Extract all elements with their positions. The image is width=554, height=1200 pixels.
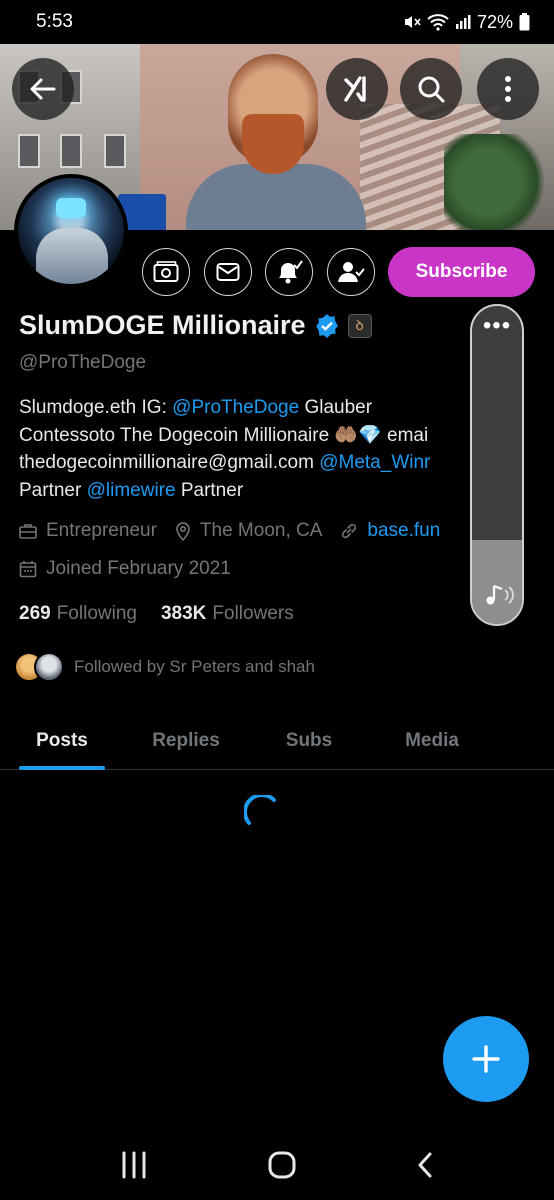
followers-link[interactable]: 383K Followers	[161, 603, 294, 625]
calendar-icon	[19, 561, 37, 578]
tab-label: Posts	[36, 730, 88, 751]
tab-media[interactable]: Media	[370, 712, 494, 770]
bio-text: Glauber	[299, 397, 373, 418]
bio-text: Slumdoge.eth IG:	[19, 397, 173, 418]
message-button[interactable]	[204, 248, 252, 296]
system-nav-bar	[0, 1130, 554, 1200]
bio-mention-link[interactable]: @ProTheDoge	[172, 397, 299, 418]
joined-label: Joined February 2021	[46, 558, 231, 579]
bio-mention-link[interactable]: @Meta_Winr	[319, 452, 430, 473]
bell-check-icon	[279, 260, 303, 284]
follower-avatars	[14, 652, 64, 682]
tab-label: Subs	[285, 730, 333, 751]
location-item: The Moon, CA	[175, 520, 323, 542]
bio-mention-link[interactable]: @limewire	[87, 480, 176, 501]
bio-line: Contessoto The Dogecoin Millionaire 🤲🏽💎 …	[19, 422, 479, 450]
following-label: Following	[56, 603, 137, 624]
grok-button[interactable]	[326, 58, 388, 120]
money-icon	[153, 261, 179, 282]
mail-icon	[216, 263, 240, 281]
tab-subs[interactable]: Subs	[248, 712, 370, 770]
followed-by-text: Followed by Sr Peters and shah	[74, 657, 315, 676]
status-icons: 72%	[403, 12, 530, 33]
profile-avatar[interactable]	[14, 174, 128, 288]
wifi-icon	[427, 14, 449, 31]
status-time: 5:53	[36, 11, 73, 32]
more-vertical-icon	[505, 76, 511, 102]
profile-meta-row-1: Entrepreneur The Moon, CA base.fun	[19, 520, 458, 542]
status-bar: 5:53 72%	[0, 0, 554, 44]
mute-icon	[404, 16, 421, 28]
plus-icon	[472, 1045, 500, 1073]
profession-label: Entrepreneur	[46, 520, 157, 541]
signal-icon	[455, 15, 471, 29]
location-label: The Moon, CA	[199, 520, 323, 541]
name-row: SlumDOGE Millionaire ꝺ	[19, 310, 372, 341]
subscribe-button[interactable]: Subscribe	[388, 247, 535, 297]
back-button[interactable]	[12, 58, 74, 120]
bio-text: thedogecoinmillionaire@gmail.com	[19, 452, 320, 473]
bio-text: Partner	[175, 479, 244, 501]
link-icon	[342, 523, 357, 539]
briefcase-icon	[19, 524, 37, 539]
profile-handle: @ProTheDoge	[19, 352, 147, 373]
tab-label: Media	[405, 730, 459, 751]
joined-item: Joined February 2021	[19, 558, 231, 580]
profile-bio: Slumdoge.eth IG: @ProTheDoge Glauber Cont…	[19, 394, 479, 504]
followers-count: 383K	[160, 603, 207, 624]
more-button[interactable]	[477, 58, 539, 120]
bio-text: Contessoto The Dogecoin Millionaire 🤲🏽💎 …	[19, 424, 429, 446]
banner-trees	[444, 134, 554, 230]
home-icon[interactable]	[267, 1150, 297, 1180]
follow-counts: 269 Following 383K Followers	[19, 603, 294, 625]
notifications-button[interactable]	[265, 248, 313, 296]
user-check-icon	[338, 262, 365, 282]
volume-more-button[interactable]: •••	[472, 314, 522, 338]
search-icon	[418, 76, 445, 103]
bio-line: thedogecoinmillionaire@gmail.com @Meta_W…	[19, 449, 479, 477]
followed-by-row[interactable]: Followed by Sr Peters and shah	[14, 652, 315, 682]
tab-posts[interactable]: Posts	[0, 712, 124, 770]
affiliate-badge-icon[interactable]: ꝺ	[347, 313, 372, 338]
search-button[interactable]	[400, 58, 462, 120]
avatar	[34, 652, 64, 682]
tab-active-indicator	[19, 766, 105, 770]
recent-apps-icon[interactable]	[119, 1151, 149, 1179]
following-count: 269	[19, 603, 51, 624]
profile-name: SlumDOGE Millionaire	[19, 310, 306, 340]
loading-spinner-icon	[244, 795, 276, 825]
tab-label: Replies	[152, 730, 220, 751]
location-pin-icon	[176, 522, 190, 541]
tip-button[interactable]	[142, 248, 190, 296]
compose-button[interactable]	[443, 1016, 529, 1102]
profile-meta-row-2: Joined February 2021	[19, 558, 249, 580]
website-link[interactable]: base.fun	[367, 520, 440, 542]
battery-percent: 72%	[476, 11, 513, 32]
bio-text: Partner	[19, 479, 87, 501]
tab-replies[interactable]: Replies	[124, 712, 248, 770]
verified-badge-icon[interactable]	[314, 313, 340, 339]
back-nav-icon[interactable]	[415, 1150, 435, 1180]
profile-tabs: Posts Replies Subs Media	[0, 712, 554, 770]
arrow-left-icon	[30, 78, 56, 100]
following-link[interactable]: 269 Following	[19, 603, 137, 625]
followers-label: Followers	[212, 603, 294, 624]
profession-item: Entrepreneur	[19, 520, 157, 542]
bio-line: Slumdoge.eth IG: @ProTheDoge Glauber	[19, 394, 479, 422]
volume-panel[interactable]: •••	[470, 304, 524, 626]
bio-line: Partner @limewire Partner	[19, 477, 479, 505]
website-item[interactable]: base.fun	[340, 520, 440, 542]
following-button[interactable]	[327, 248, 375, 296]
grok-icon	[344, 76, 366, 102]
music-note-icon	[486, 584, 514, 605]
battery-icon	[519, 13, 530, 31]
